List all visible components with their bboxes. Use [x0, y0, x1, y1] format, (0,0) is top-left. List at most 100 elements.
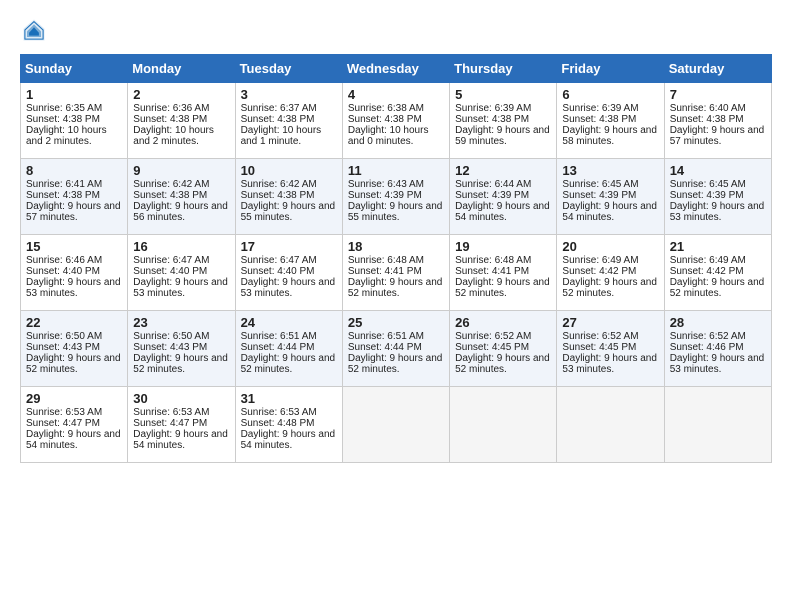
week-row-1: 1Sunrise: 6:35 AMSunset: 4:38 PMDaylight… [21, 83, 772, 159]
day-number: 29 [26, 391, 123, 406]
day-number: 6 [562, 87, 659, 102]
day-cell [342, 387, 449, 463]
day-cell [450, 387, 557, 463]
day-number: 10 [241, 163, 338, 178]
day-cell: 21Sunrise: 6:49 AMSunset: 4:42 PMDayligh… [664, 235, 771, 311]
sunrise: Sunrise: 6:53 AM [26, 407, 102, 418]
day-number: 14 [670, 163, 767, 178]
sunset: Sunset: 4:41 PM [455, 266, 529, 277]
daylight: Daylight: 9 hours and 54 minutes. [26, 429, 121, 451]
daylight: Daylight: 9 hours and 52 minutes. [348, 277, 443, 299]
sunset: Sunset: 4:44 PM [241, 342, 315, 353]
day-cell: 8Sunrise: 6:41 AMSunset: 4:38 PMDaylight… [21, 159, 128, 235]
day-number: 9 [133, 163, 230, 178]
day-cell: 7Sunrise: 6:40 AMSunset: 4:38 PMDaylight… [664, 83, 771, 159]
header-monday: Monday [128, 55, 235, 83]
header-wednesday: Wednesday [342, 55, 449, 83]
daylight: Daylight: 9 hours and 53 minutes. [26, 277, 121, 299]
sunrise: Sunrise: 6:44 AM [455, 179, 531, 190]
sunrise: Sunrise: 6:47 AM [241, 255, 317, 266]
sunrise: Sunrise: 6:40 AM [670, 103, 746, 114]
sunset: Sunset: 4:42 PM [670, 266, 744, 277]
day-cell: 28Sunrise: 6:52 AMSunset: 4:46 PMDayligh… [664, 311, 771, 387]
day-cell: 10Sunrise: 6:42 AMSunset: 4:38 PMDayligh… [235, 159, 342, 235]
daylight: Daylight: 9 hours and 53 minutes. [562, 353, 657, 375]
day-cell [557, 387, 664, 463]
day-number: 3 [241, 87, 338, 102]
sunset: Sunset: 4:47 PM [26, 418, 100, 429]
daylight: Daylight: 10 hours and 1 minute. [241, 125, 322, 147]
calendar-table: SundayMondayTuesdayWednesdayThursdayFrid… [20, 54, 772, 463]
day-number: 27 [562, 315, 659, 330]
daylight: Daylight: 9 hours and 53 minutes. [133, 277, 228, 299]
daylight: Daylight: 9 hours and 52 minutes. [26, 353, 121, 375]
logo-icon [20, 16, 48, 44]
day-cell: 31Sunrise: 6:53 AMSunset: 4:48 PMDayligh… [235, 387, 342, 463]
daylight: Daylight: 9 hours and 52 minutes. [562, 277, 657, 299]
daylight: Daylight: 9 hours and 57 minutes. [26, 201, 121, 223]
sunrise: Sunrise: 6:50 AM [133, 331, 209, 342]
sunset: Sunset: 4:38 PM [241, 114, 315, 125]
logo [20, 16, 52, 44]
sunset: Sunset: 4:39 PM [670, 190, 744, 201]
day-number: 12 [455, 163, 552, 178]
day-cell: 23Sunrise: 6:50 AMSunset: 4:43 PMDayligh… [128, 311, 235, 387]
sunset: Sunset: 4:39 PM [562, 190, 636, 201]
day-number: 1 [26, 87, 123, 102]
day-cell: 4Sunrise: 6:38 AMSunset: 4:38 PMDaylight… [342, 83, 449, 159]
sunrise: Sunrise: 6:38 AM [348, 103, 424, 114]
day-cell: 13Sunrise: 6:45 AMSunset: 4:39 PMDayligh… [557, 159, 664, 235]
sunset: Sunset: 4:45 PM [455, 342, 529, 353]
day-cell: 14Sunrise: 6:45 AMSunset: 4:39 PMDayligh… [664, 159, 771, 235]
daylight: Daylight: 10 hours and 2 minutes. [26, 125, 107, 147]
sunset: Sunset: 4:38 PM [241, 190, 315, 201]
day-number: 21 [670, 239, 767, 254]
sunset: Sunset: 4:38 PM [670, 114, 744, 125]
daylight: Daylight: 9 hours and 54 minutes. [133, 429, 228, 451]
sunrise: Sunrise: 6:37 AM [241, 103, 317, 114]
day-number: 20 [562, 239, 659, 254]
week-row-2: 8Sunrise: 6:41 AMSunset: 4:38 PMDaylight… [21, 159, 772, 235]
day-cell: 18Sunrise: 6:48 AMSunset: 4:41 PMDayligh… [342, 235, 449, 311]
daylight: Daylight: 9 hours and 53 minutes. [670, 353, 765, 375]
sunset: Sunset: 4:48 PM [241, 418, 315, 429]
day-number: 11 [348, 163, 445, 178]
daylight: Daylight: 9 hours and 56 minutes. [133, 201, 228, 223]
day-number: 30 [133, 391, 230, 406]
day-number: 15 [26, 239, 123, 254]
sunset: Sunset: 4:38 PM [26, 114, 100, 125]
header-sunday: Sunday [21, 55, 128, 83]
day-cell: 27Sunrise: 6:52 AMSunset: 4:45 PMDayligh… [557, 311, 664, 387]
header-tuesday: Tuesday [235, 55, 342, 83]
daylight: Daylight: 9 hours and 52 minutes. [455, 277, 550, 299]
week-row-3: 15Sunrise: 6:46 AMSunset: 4:40 PMDayligh… [21, 235, 772, 311]
day-number: 17 [241, 239, 338, 254]
sunset: Sunset: 4:44 PM [348, 342, 422, 353]
daylight: Daylight: 9 hours and 52 minutes. [670, 277, 765, 299]
day-cell: 9Sunrise: 6:42 AMSunset: 4:38 PMDaylight… [128, 159, 235, 235]
week-row-5: 29Sunrise: 6:53 AMSunset: 4:47 PMDayligh… [21, 387, 772, 463]
day-number: 28 [670, 315, 767, 330]
sunrise: Sunrise: 6:45 AM [562, 179, 638, 190]
day-number: 23 [133, 315, 230, 330]
sunrise: Sunrise: 6:45 AM [670, 179, 746, 190]
sunrise: Sunrise: 6:49 AM [670, 255, 746, 266]
day-cell: 19Sunrise: 6:48 AMSunset: 4:41 PMDayligh… [450, 235, 557, 311]
daylight: Daylight: 9 hours and 55 minutes. [241, 201, 336, 223]
day-number: 25 [348, 315, 445, 330]
sunrise: Sunrise: 6:49 AM [562, 255, 638, 266]
day-number: 24 [241, 315, 338, 330]
day-number: 19 [455, 239, 552, 254]
daylight: Daylight: 10 hours and 0 minutes. [348, 125, 429, 147]
day-cell: 22Sunrise: 6:50 AMSunset: 4:43 PMDayligh… [21, 311, 128, 387]
sunset: Sunset: 4:45 PM [562, 342, 636, 353]
day-cell: 17Sunrise: 6:47 AMSunset: 4:40 PMDayligh… [235, 235, 342, 311]
sunrise: Sunrise: 6:52 AM [455, 331, 531, 342]
day-number: 2 [133, 87, 230, 102]
page-header [20, 16, 772, 44]
day-cell: 20Sunrise: 6:49 AMSunset: 4:42 PMDayligh… [557, 235, 664, 311]
day-cell: 1Sunrise: 6:35 AMSunset: 4:38 PMDaylight… [21, 83, 128, 159]
calendar-page: SundayMondayTuesdayWednesdayThursdayFrid… [0, 0, 792, 473]
sunset: Sunset: 4:38 PM [348, 114, 422, 125]
week-row-4: 22Sunrise: 6:50 AMSunset: 4:43 PMDayligh… [21, 311, 772, 387]
